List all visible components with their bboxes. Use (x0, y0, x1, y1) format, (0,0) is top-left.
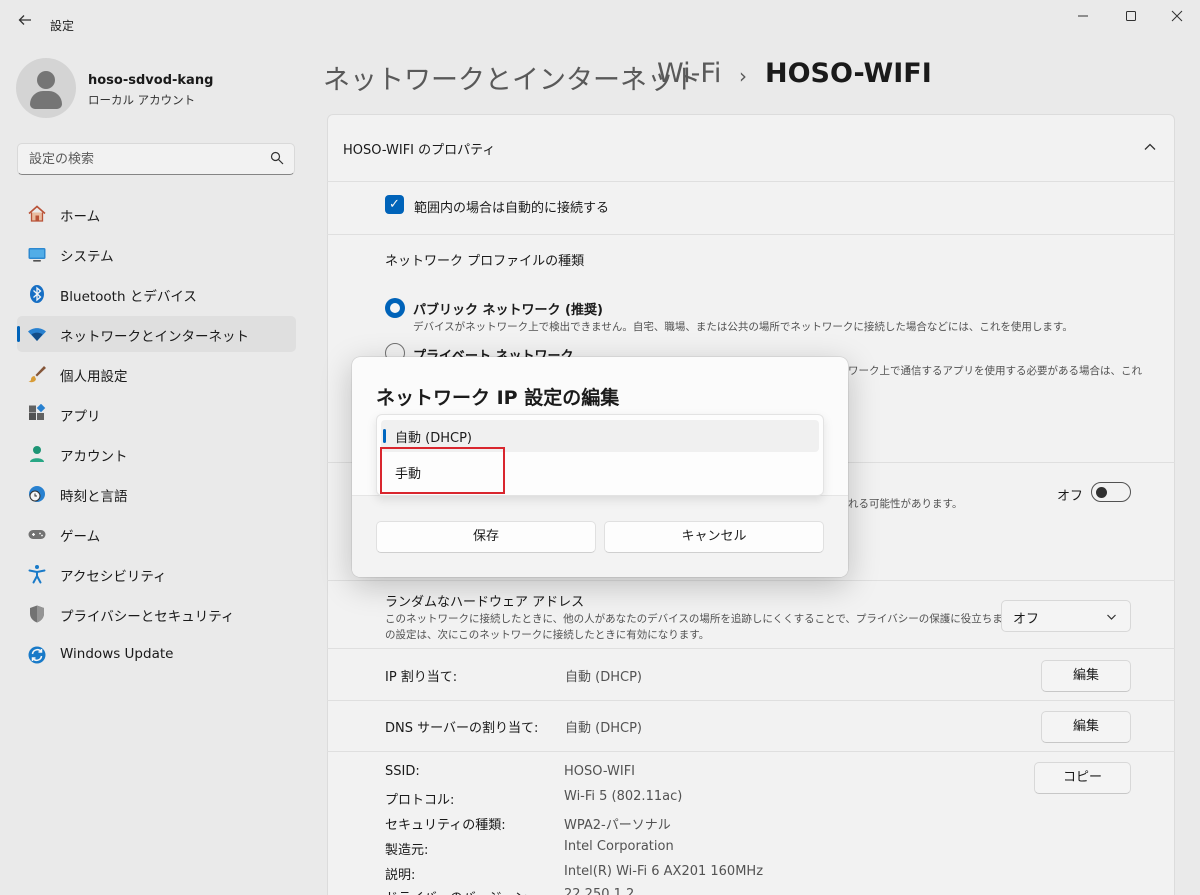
dialog-footer: 保存 キャンセル (352, 495, 848, 577)
dialog-title: ネットワーク IP 設定の編集 (376, 387, 620, 409)
manual-option-highlight-box (380, 447, 505, 494)
save-button[interactable]: 保存 (376, 521, 596, 553)
option-label: 自動 (DHCP) (395, 431, 472, 446)
cancel-button[interactable]: キャンセル (604, 521, 824, 553)
